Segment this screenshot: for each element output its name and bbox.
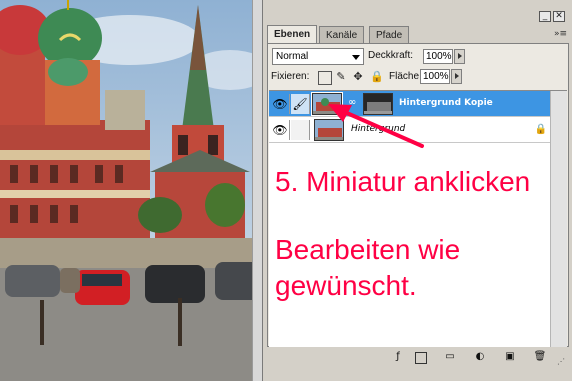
minimize-icon[interactable]: _ [539,11,551,22]
layer-mask-thumbnail[interactable] [363,93,393,115]
annotation-line2: Bearbeiten wie [275,234,461,265]
layers-list: 👁 🖌 ∞ Hintergrund Kopie 👁 Hintergrund 🔒 [269,90,567,347]
annotation-step: 5. Miniatur anklicken [275,166,531,197]
cathedral-photo [0,0,262,381]
trash-icon[interactable]: 🗑 [533,350,547,364]
blend-mode-select[interactable]: Normal [272,48,364,65]
tab-ebenen[interactable]: Ebenen [267,25,318,43]
lock-all-icon[interactable]: 🔒 [370,71,384,83]
palette-menu-icon[interactable]: »≡ [554,29,567,39]
layer-row-hintergrund-kopie[interactable]: 👁 🖌 ∞ Hintergrund Kopie [269,91,551,117]
brush-icon[interactable]: 🖌 [291,94,310,114]
opacity-slider-button[interactable] [454,49,465,64]
lock-transparency-icon[interactable] [318,71,332,85]
lock-icon: 🔒 [534,124,547,135]
layer-thumbnail[interactable] [314,119,344,141]
chain-icon[interactable]: ∞ [348,97,356,108]
chevron-down-icon [352,55,360,60]
new-layer-icon[interactable]: ▣ [503,350,517,364]
tab-kanaele[interactable]: Kanäle [319,26,365,43]
annotation-line3: gewünscht. [275,270,417,301]
palette-bottom-bar: ƒ ▭ ◐ ▣ 🗑 ⋰ [267,347,569,369]
eye-icon[interactable]: 👁 [271,120,290,140]
lock-paint-icon[interactable]: ✎ [335,71,347,83]
opacity-label: Deckkraft: [368,50,414,61]
adjustment-layer-icon[interactable]: ◐ [473,350,487,364]
layers-scrollbar[interactable] [550,91,567,347]
fill-slider-button[interactable] [451,69,462,84]
layer-row-hintergrund[interactable]: 👁 Hintergrund 🔒 [269,117,551,143]
palette-titlebar[interactable]: _ ✕ [263,0,572,26]
canvas-scrollbar[interactable] [252,0,262,381]
blend-row: Normal Deckkraft: 100% [271,48,567,66]
document-canvas[interactable] [0,0,262,381]
layer-name: Hintergrund Kopie [399,98,493,108]
resize-grip-icon[interactable]: ⋰ [557,357,567,367]
add-mask-icon[interactable] [415,352,427,364]
fill-label: Fläche [389,71,420,82]
layer-name: Hintergrund [351,124,406,134]
layer-style-icon[interactable]: ƒ [391,350,405,364]
opacity-input[interactable]: 100% [423,49,453,64]
palette-tabs: Ebenen Kanäle Pfade »≡ [267,25,569,44]
brush-slot[interactable] [291,120,310,140]
tab-pfade[interactable]: Pfade [369,26,410,43]
close-icon[interactable]: ✕ [553,11,565,22]
lock-label: Fixieren: [271,71,310,82]
blend-mode-value: Normal [276,51,309,62]
lock-move-icon[interactable]: ✥ [352,71,364,83]
fill-input[interactable]: 100% [420,69,450,84]
eye-icon[interactable]: 👁 [271,94,290,114]
new-group-icon[interactable]: ▭ [443,350,457,364]
layer-thumbnail[interactable] [311,92,343,116]
